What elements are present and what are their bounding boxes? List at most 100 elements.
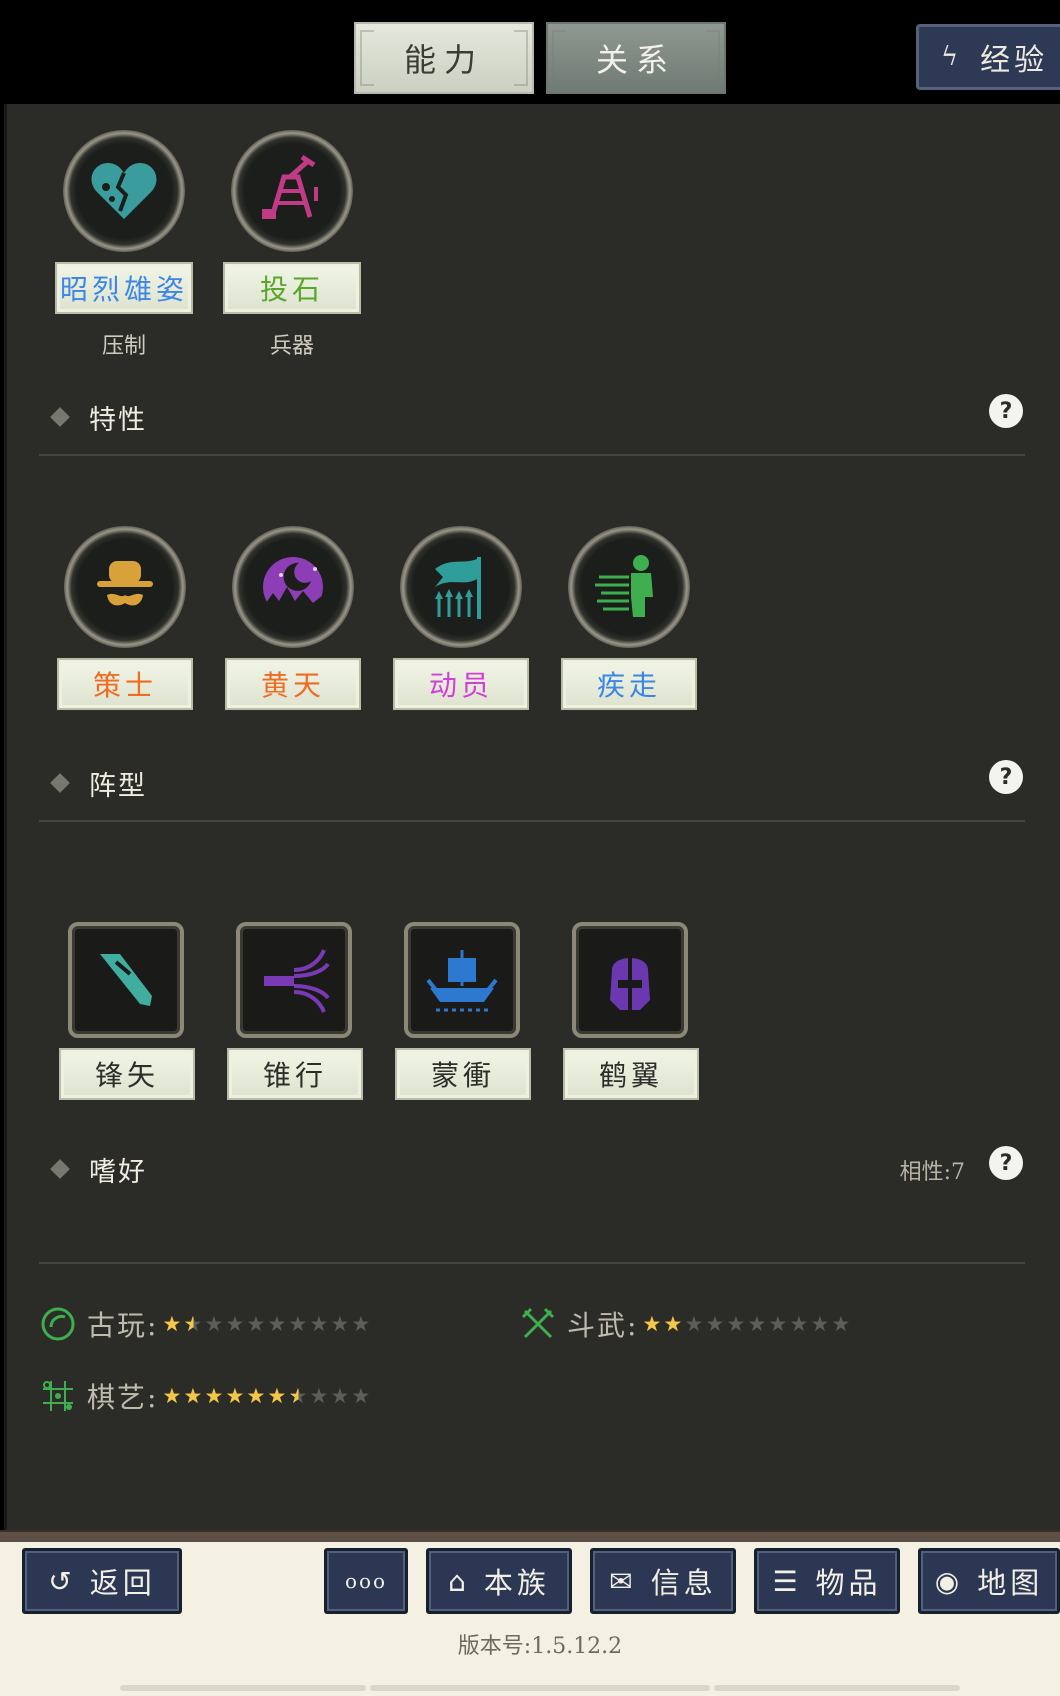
hobbies-header: 嗜好 相性:7 ? [47,1146,1023,1190]
trait-item[interactable]: 疾走 [557,526,701,710]
star-icon: ★ [204,1311,224,1336]
trait-item[interactable]: 策士 [53,526,197,710]
star-icon: ★ [330,1383,350,1408]
star-icon: ★ [726,1311,746,1336]
trait-item[interactable]: 黄天 [221,526,365,710]
diamond-bullet-icon [50,1159,70,1179]
bottom-edge [0,1530,1060,1542]
experience-label: 经验 [980,43,1049,78]
info-button[interactable]: ✉ 信息 [590,1548,736,1614]
formation-name: 蒙衝 [430,1059,495,1092]
tab-decoration [552,30,566,86]
formation-name-box: 蒙衝 [395,1048,531,1100]
trait-name: 黄天 [260,669,325,702]
tab-decoration [514,30,528,86]
help-icon[interactable]: ? [989,1146,1023,1180]
formation-item[interactable]: 锥行 [227,922,363,1100]
more-button[interactable]: ooo [324,1548,408,1614]
strategist-hat-icon [64,526,186,648]
catapult-icon [231,130,353,252]
star-icon: ★ [267,1383,287,1408]
items-bag-icon: ☰ [772,1564,802,1598]
hobby-rating: ★ ★ ★ ★ ★ ★ ★ ★ ★ ★ [642,1311,852,1336]
formation-item[interactable]: 鹤翼 [563,922,699,1100]
formation-name: 锋矢 [94,1059,159,1092]
hobbies-title: 嗜好 [89,1157,147,1188]
skill-item[interactable]: 昭烈雄姿 压制 [49,130,199,360]
hobby-row: 斗武: ★ ★ ★ ★ ★ ★ ★ ★ ★ ★ [519,1302,852,1346]
clan-label: 本族 [483,1566,550,1600]
cone-formation-icon [236,922,352,1038]
formation-name-box: 鹤翼 [563,1048,699,1100]
formation-name: 鹤翼 [598,1059,663,1092]
trait-name-box: 疾走 [561,658,697,710]
lightning-icon: ϟ [941,42,963,72]
help-icon[interactable]: ? [989,394,1023,428]
tab-relations[interactable]: 关系 [546,22,726,94]
scroll-segment [120,1685,366,1691]
star-icon: ★ [351,1383,371,1408]
items-label: 物品 [815,1566,882,1600]
crossed-swords-icon [521,1307,555,1339]
trait-name-box: 黄天 [225,658,361,710]
trait-name: 动员 [428,669,493,702]
chess-board-icon [43,1381,73,1411]
diamond-bullet-icon [50,773,70,793]
traits-header: 特性 ? [47,394,1023,438]
divider [39,1262,1025,1264]
tab-decoration [706,30,720,86]
arrowhead-formation-icon [68,922,184,1038]
star-icon: ★ [642,1311,662,1336]
star-icon: ★ [789,1311,809,1336]
map-button[interactable]: ◉ 地图 [918,1548,1060,1614]
tab-ability-label: 能力 [403,41,484,79]
map-label: 地图 [977,1566,1044,1600]
back-button[interactable]: ↺ 返回 [22,1548,182,1614]
star-icon: ★ [183,1313,204,1335]
hobby-rating: ★ ★ ★ ★ ★ ★ ★ ★ ★ ★ [162,1311,372,1336]
star-icon: ★ [831,1311,851,1336]
skill-item[interactable]: 投石 兵器 [217,130,367,360]
return-arrow-icon: ↺ [48,1564,76,1598]
star-icon: ★ [288,1385,309,1407]
tab-decoration [360,30,374,86]
ability-panel: 昭烈雄姿 压制 投石 兵器 特性 ? 策士 黄天 动员 疾走 阵型 ? 锋矢 锥… [4,104,1060,1530]
trait-item[interactable]: 动员 [389,526,533,710]
globe-icon: ◉ [934,1564,964,1598]
star-icon: ★ [768,1311,788,1336]
star-icon: ★ [663,1311,683,1336]
trait-name: 策士 [92,669,157,702]
trait-name-box: 动员 [393,658,529,710]
skill-name-box: 投石 [223,262,361,314]
helmet-formation-icon [572,922,688,1038]
info-label: 信息 [650,1566,717,1600]
formation-name: 锥行 [262,1059,327,1092]
star-icon: ★ [747,1311,767,1336]
version-text: 版本号:1.5.12.2 [457,1634,623,1659]
help-icon[interactable]: ? [989,760,1023,794]
clan-button[interactable]: ⌂ 本族 [426,1548,572,1614]
star-icon: ★ [684,1311,704,1336]
tab-relations-label: 关系 [595,41,676,79]
formation-name-box: 锥行 [227,1048,363,1100]
star-icon: ★ [183,1383,203,1408]
more-label: ooo [344,1569,388,1593]
warship-icon [404,922,520,1038]
star-icon: ★ [246,1311,266,1336]
items-button[interactable]: ☰ 物品 [754,1548,900,1614]
experience-button[interactable]: ϟ 经验 [916,24,1060,90]
star-icon: ★ [309,1383,329,1408]
banner-spears-icon [400,526,522,648]
trait-name: 疾走 [596,669,661,702]
divider [39,454,1025,456]
hobby-name: 棋艺: [87,1381,159,1414]
bottom-nav: ↺ 返回 ooo ⌂ 本族 ✉ 信息 ☰ 物品 ◉ 地图 版本号:1.5.12.… [0,1542,1060,1696]
running-figure-icon [568,526,690,648]
antique-icon [41,1307,75,1341]
star-icon: ★ [162,1311,182,1336]
formation-item[interactable]: 蒙衝 [395,922,531,1100]
formation-item[interactable]: 锋矢 [59,922,195,1100]
hobby-row: 棋艺: ★ ★ ★ ★ ★ ★ ★ ★ ★ ★ [39,1374,372,1418]
tab-ability[interactable]: 能力 [354,22,534,94]
hobby-name: 古玩: [87,1309,159,1342]
